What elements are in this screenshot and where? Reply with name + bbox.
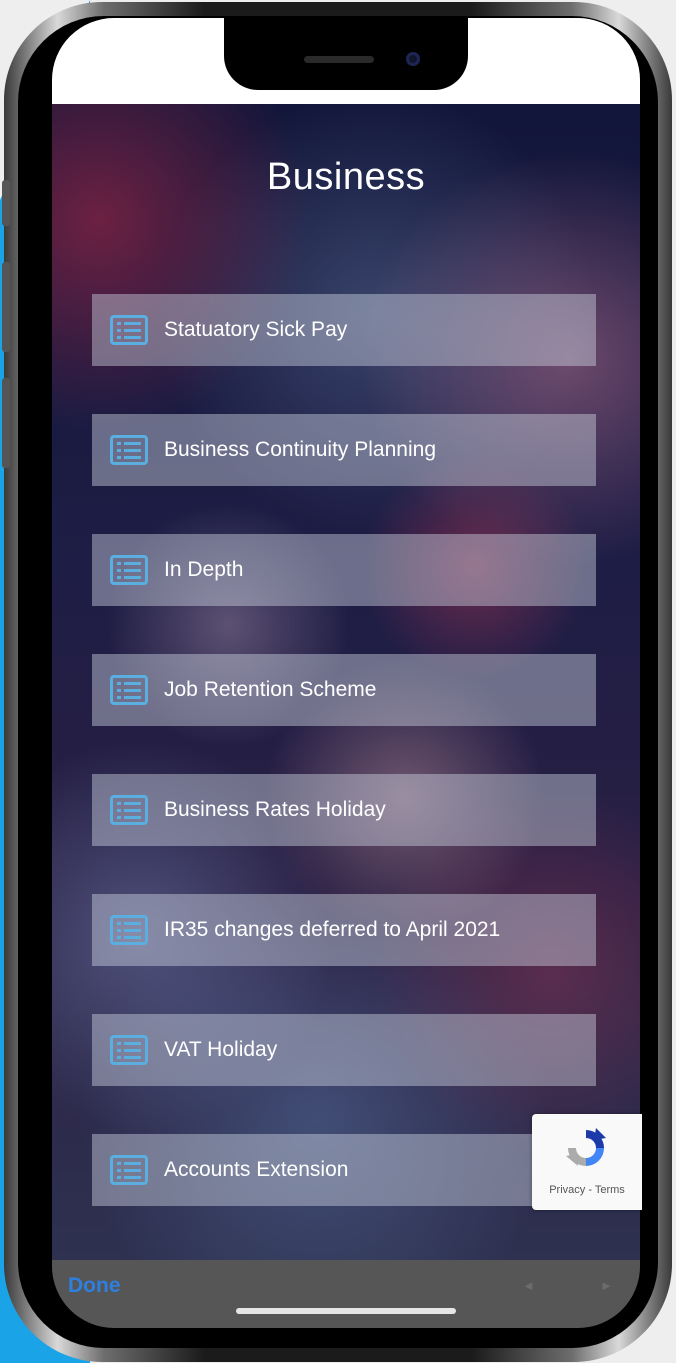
list-icon	[110, 795, 148, 825]
menu-item-label: VAT Holiday	[164, 1038, 278, 1061]
recaptcha-badge[interactable]: Privacy - Terms	[532, 1114, 642, 1210]
list-icon	[110, 555, 148, 585]
recaptcha-icon	[566, 1128, 606, 1166]
menu-item-label: Statuatory Sick Pay	[164, 318, 348, 341]
bottom-toolbar: Done ◄ ►	[52, 1260, 640, 1328]
list-icon	[110, 435, 148, 465]
recaptcha-links[interactable]: Privacy - Terms	[532, 1184, 642, 1196]
menu-item-label: In Depth	[164, 558, 244, 581]
list-icon	[110, 1035, 148, 1065]
list-icon	[110, 915, 148, 945]
menu-item[interactable]: Business Continuity Planning	[92, 414, 596, 486]
menu-item[interactable]: Accounts Extension	[92, 1134, 596, 1206]
volume-up-button	[2, 262, 10, 352]
speaker-grille	[304, 56, 374, 63]
page-title: Business	[266, 156, 426, 198]
previous-arrow-icon[interactable]: ◄	[522, 1278, 535, 1293]
notch	[224, 18, 468, 90]
next-arrow-icon[interactable]: ►	[600, 1278, 613, 1293]
menu-item[interactable]: IR35 changes deferred to April 2021	[92, 894, 596, 966]
menu-item[interactable]: Job Retention Scheme	[92, 654, 596, 726]
list-icon	[110, 675, 148, 705]
menu-item-label: Accounts Extension	[164, 1158, 349, 1181]
menu-list: Statuatory Sick Pay Business Continuity P…	[92, 294, 596, 1254]
list-icon	[110, 1155, 148, 1185]
menu-item[interactable]: Business Rates Holiday	[92, 774, 596, 846]
main-content: Business Statuatory Sick Pay Business Con…	[52, 104, 640, 1260]
menu-item[interactable]: Statuatory Sick Pay	[92, 294, 596, 366]
menu-item-label: Business Rates Holiday	[164, 798, 386, 821]
menu-item[interactable]: In Depth	[92, 534, 596, 606]
menu-item-label: IR35 changes deferred to April 2021	[164, 918, 501, 941]
list-icon	[110, 315, 148, 345]
menu-item-label: Job Retention Scheme	[164, 678, 377, 701]
home-indicator[interactable]	[236, 1308, 456, 1314]
mute-switch	[2, 180, 10, 226]
volume-down-button	[2, 378, 10, 468]
menu-item[interactable]: VAT Holiday	[92, 1014, 596, 1086]
menu-item-label: Business Continuity Planning	[164, 438, 436, 461]
front-camera-icon	[406, 52, 420, 66]
done-button[interactable]: Done	[68, 1274, 121, 1298]
